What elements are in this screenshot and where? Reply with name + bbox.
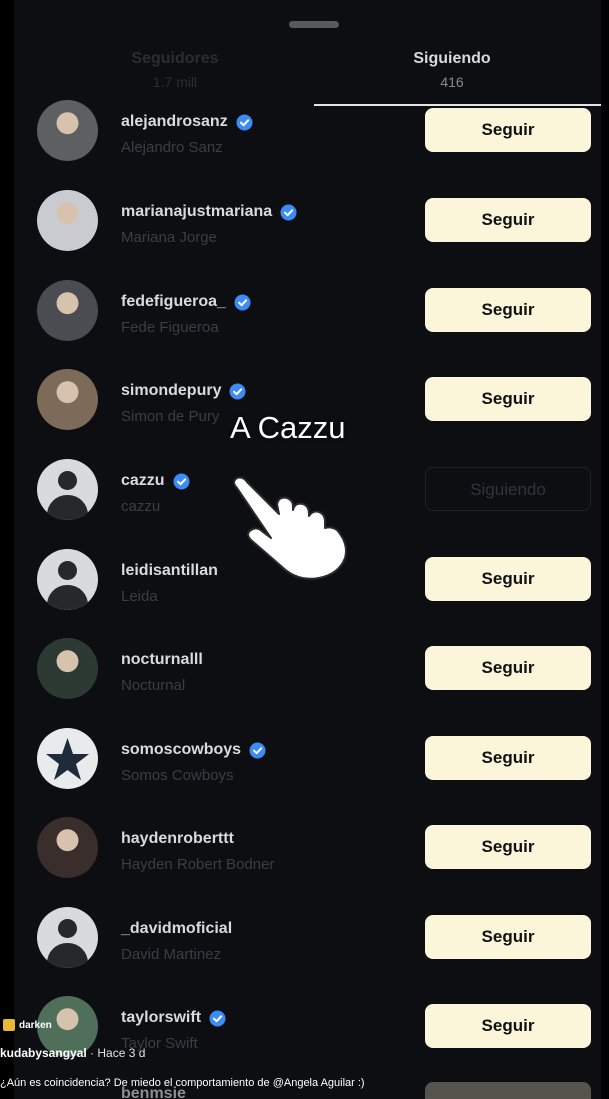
avatar[interactable] (37, 638, 98, 699)
list-item[interactable]: _davidmoficial David Martinez Seguir (0, 893, 609, 983)
verified-badge-icon (234, 294, 251, 310)
full-name: Alejandro Sanz (121, 139, 223, 156)
full-name: Mariana Jorge (121, 229, 217, 246)
username-text: alejandrosanz (121, 113, 228, 130)
tab-followers-count: 1.7 mill (152, 74, 198, 90)
username[interactable]: cazzu (121, 472, 190, 490)
post-time: · Hace 3 d (90, 1046, 146, 1060)
tab-following[interactable]: Siguiendo 416 (332, 50, 572, 90)
partial-row-follow-button[interactable] (425, 1082, 591, 1099)
screen: alejandrosanz Alejandro Sanz Seguir mariana… (0, 0, 609, 1099)
avatar[interactable] (37, 369, 98, 430)
full-name: Somos Cowboys (121, 767, 234, 784)
tab-followers-title: Seguidores (131, 50, 219, 67)
follow-button[interactable]: Seguir (425, 377, 591, 421)
full-name: Fede Figueroa (121, 319, 219, 336)
username[interactable]: simondepury (121, 382, 246, 400)
username-text: marianajustmariana (121, 203, 273, 220)
username-text: leidisantillan (121, 562, 218, 579)
full-name: David Martinez (121, 946, 222, 963)
tab-followers[interactable]: Seguidores 1.7 mill (55, 50, 295, 90)
list-item[interactable]: fedefigueroa_ Fede Figueroa Seguir (0, 266, 609, 356)
avatar[interactable] (37, 817, 98, 878)
list-item[interactable]: haydenroberttt Hayden Robert Bodner Seguir (0, 803, 609, 893)
post-tag: darken (3, 1017, 52, 1033)
verified-badge-icon (249, 742, 266, 758)
tag-icon (3, 1019, 15, 1031)
username[interactable]: fedefigueroa_ (121, 293, 251, 311)
following-button[interactable]: Siguiendo (425, 467, 591, 511)
verified-badge-icon (229, 383, 246, 399)
avatar[interactable] (37, 100, 98, 161)
follow-button[interactable]: Seguir (425, 736, 591, 780)
tab-following-count: 416 (440, 74, 464, 90)
username-text: somoscowboys (121, 741, 242, 758)
verified-badge-icon (173, 473, 190, 489)
username-text: simondepury (121, 382, 222, 399)
full-name: Leida (121, 588, 158, 605)
username[interactable]: taylorswift (121, 1009, 226, 1027)
username[interactable]: haydenroberttt (121, 830, 234, 848)
avatar[interactable] (37, 728, 98, 789)
username-text: taylorswift (121, 1009, 202, 1026)
username[interactable]: nocturnalll (121, 651, 203, 669)
full-name: cazzu (121, 498, 161, 515)
username[interactable]: leidisantillan (121, 562, 218, 580)
avatar[interactable] (37, 549, 98, 610)
follow-button[interactable]: Seguir (425, 825, 591, 869)
post-caption: ¿Aún es coincidencia? De miedo el compor… (0, 1077, 365, 1089)
list-item[interactable]: nocturnalll Nocturnal Seguir (0, 624, 609, 714)
username[interactable]: somoscowboys (121, 741, 266, 759)
verified-badge-icon (280, 204, 297, 220)
avatar[interactable] (37, 907, 98, 968)
follow-button[interactable]: Seguir (425, 108, 591, 152)
username[interactable]: alejandrosanz (121, 113, 253, 131)
full-name: Nocturnal (121, 677, 186, 694)
verified-badge-icon (236, 114, 253, 130)
overlay-label: A Cazzu (230, 410, 346, 445)
list-item[interactable]: marianajustmariana Mariana Jorge Seguir (0, 176, 609, 266)
follow-button[interactable]: Seguir (425, 557, 591, 601)
post-author[interactable]: kudabysangyal (0, 1046, 87, 1060)
active-tab-underline (314, 104, 601, 106)
username-text: fedefigueroa_ (121, 293, 226, 310)
follow-button[interactable]: Seguir (425, 288, 591, 332)
follow-button[interactable]: Seguir (425, 915, 591, 959)
username-text: nocturnalll (121, 651, 203, 668)
avatar[interactable] (37, 280, 98, 341)
pointing-hand-icon (233, 476, 347, 580)
username[interactable]: marianajustmariana (121, 203, 297, 221)
follow-button[interactable]: Seguir (425, 198, 591, 242)
follow-button[interactable]: Seguir (425, 646, 591, 690)
list-item[interactable]: somoscowboys Somos Cowboys Seguir (0, 714, 609, 804)
username-text: _davidmoficial (121, 920, 233, 937)
avatar[interactable] (37, 190, 98, 251)
username-text: cazzu (121, 472, 165, 489)
tab-following-title: Siguiendo (413, 50, 491, 67)
follow-button[interactable]: Seguir (425, 1004, 591, 1048)
tag-text: darken (19, 1019, 52, 1031)
username-text: haydenroberttt (121, 830, 234, 847)
avatar[interactable] (37, 459, 98, 520)
username[interactable]: _davidmoficial (121, 920, 232, 938)
full-name: Simon de Pury (121, 408, 220, 425)
post-meta: kudabysangyal · Hace 3 d (0, 1046, 145, 1060)
full-name: Hayden Robert Bodner (121, 856, 275, 873)
verified-badge-icon (209, 1010, 226, 1026)
tab-bar: Seguidores 1.7 mill Siguiendo 416 (0, 40, 609, 108)
